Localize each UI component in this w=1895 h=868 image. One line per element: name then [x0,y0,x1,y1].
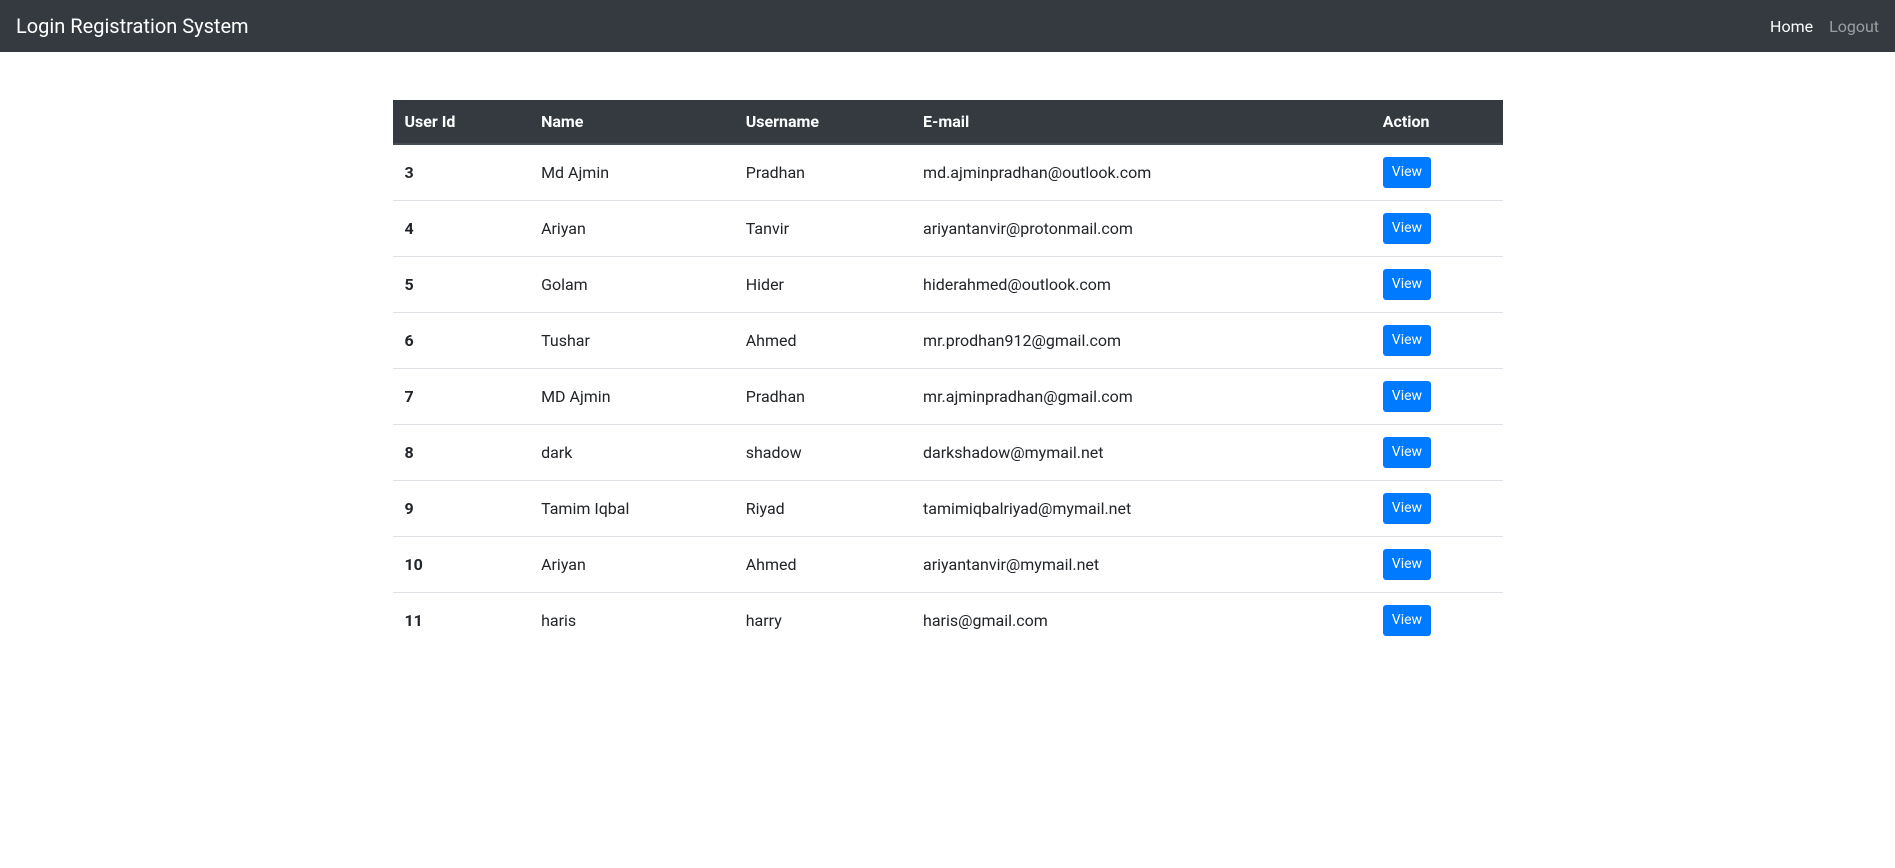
main-container: User Id Name Username E-mail Action 3Md … [378,100,1518,648]
navbar-nav: Home Logout [1770,17,1879,36]
cell-username: shadow [734,425,911,481]
table-body: 3Md AjminPradhanmd.ajminpradhan@outlook.… [393,144,1503,648]
table-row: 11harisharryharis@gmail.com View [393,593,1503,649]
cell-name: haris [529,593,734,649]
cell-name: Ariyan [529,537,734,593]
view-button[interactable]: View [1383,549,1431,580]
cell-email: md.ajminpradhan@outlook.com [911,144,1371,201]
header-name: Name [529,100,734,144]
cell-user-id: 4 [393,201,530,257]
table-row: 9Tamim IqbalRiyadtamimiqbalriyad@mymail.… [393,481,1503,537]
cell-name: Ariyan [529,201,734,257]
users-table: User Id Name Username E-mail Action 3Md … [393,100,1503,648]
table-wrapper: User Id Name Username E-mail Action 3Md … [393,100,1503,648]
view-button[interactable]: View [1383,381,1431,412]
cell-name: dark [529,425,734,481]
cell-email: ariyantanvir@protonmail.com [911,201,1371,257]
cell-username: Pradhan [734,144,911,201]
cell-email: hiderahmed@outlook.com [911,257,1371,313]
cell-name: Golam [529,257,734,313]
cell-action: View [1371,257,1503,313]
cell-username: Pradhan [734,369,911,425]
cell-name: Md Ajmin [529,144,734,201]
navbar-brand[interactable]: Login Registration System [16,14,249,38]
cell-name: Tushar [529,313,734,369]
cell-username: Riyad [734,481,911,537]
header-username: Username [734,100,911,144]
table-row: 7MD AjminPradhanmr.ajminpradhan@gmail.co… [393,369,1503,425]
cell-username: harry [734,593,911,649]
table-row: 6TusharAhmedmr.prodhan912@gmail.com View [393,313,1503,369]
cell-action: View [1371,369,1503,425]
table-row: 3Md AjminPradhanmd.ajminpradhan@outlook.… [393,144,1503,201]
nav-home[interactable]: Home [1770,17,1813,36]
view-button[interactable]: View [1383,605,1431,636]
view-button[interactable]: View [1383,325,1431,356]
cell-user-id: 6 [393,313,530,369]
cell-user-id: 11 [393,593,530,649]
view-button[interactable]: View [1383,437,1431,468]
cell-username: Ahmed [734,537,911,593]
table-row: 4AriyanTanvirariyantanvir@protonmail.com… [393,201,1503,257]
table-row: 10AriyanAhmedariyantanvir@mymail.net View [393,537,1503,593]
cell-name: MD Ajmin [529,369,734,425]
table-header-row: User Id Name Username E-mail Action [393,100,1503,144]
cell-action: View [1371,144,1503,201]
cell-email: mr.ajminpradhan@gmail.com [911,369,1371,425]
cell-email: haris@gmail.com [911,593,1371,649]
cell-email: darkshadow@mymail.net [911,425,1371,481]
cell-action: View [1371,481,1503,537]
view-button[interactable]: View [1383,213,1431,244]
cell-action: View [1371,425,1503,481]
cell-username: Hider [734,257,911,313]
header-email: E-mail [911,100,1371,144]
cell-user-id: 7 [393,369,530,425]
cell-username: Tanvir [734,201,911,257]
view-button[interactable]: View [1383,269,1431,300]
cell-email: ariyantanvir@mymail.net [911,537,1371,593]
table-row: 8darkshadowdarkshadow@mymail.net View [393,425,1503,481]
cell-email: tamimiqbalriyad@mymail.net [911,481,1371,537]
table-row: 5GolamHiderhiderahmed@outlook.com View [393,257,1503,313]
cell-username: Ahmed [734,313,911,369]
header-user-id: User Id [393,100,530,144]
cell-action: View [1371,201,1503,257]
cell-user-id: 8 [393,425,530,481]
cell-user-id: 3 [393,144,530,201]
cell-action: View [1371,593,1503,649]
cell-user-id: 9 [393,481,530,537]
navbar: Login Registration System Home Logout [0,0,1895,52]
cell-email: mr.prodhan912@gmail.com [911,313,1371,369]
cell-name: Tamim Iqbal [529,481,734,537]
cell-action: View [1371,313,1503,369]
view-button[interactable]: View [1383,157,1431,188]
view-button[interactable]: View [1383,493,1431,524]
cell-action: View [1371,537,1503,593]
cell-user-id: 10 [393,537,530,593]
cell-user-id: 5 [393,257,530,313]
header-action: Action [1371,100,1503,144]
nav-logout[interactable]: Logout [1829,17,1879,36]
